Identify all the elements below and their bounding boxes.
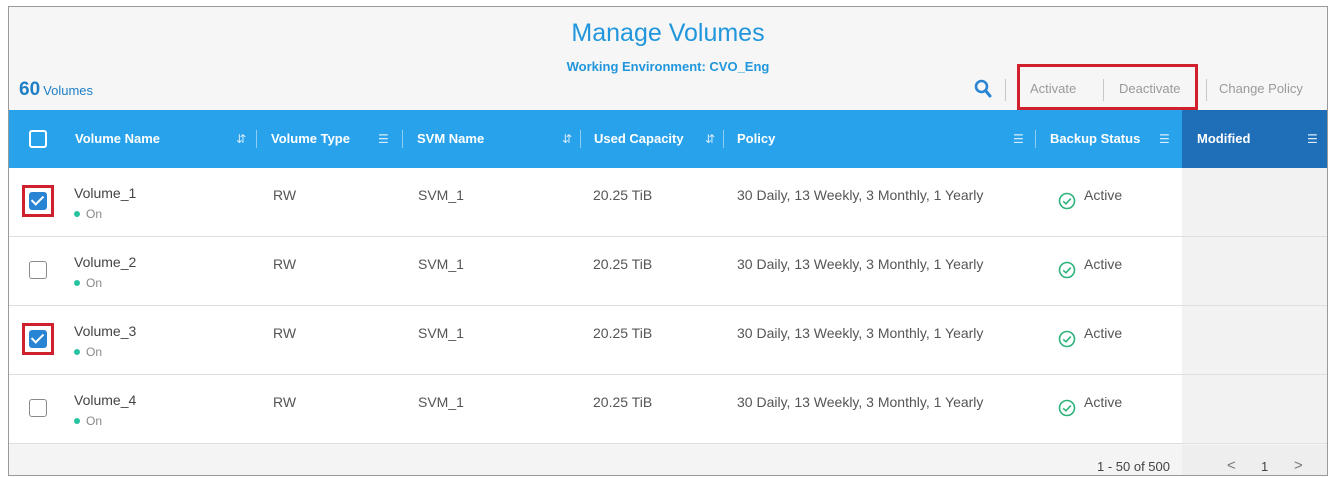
table-footer: 1 - 50 of 500 < 1 > (9, 445, 1327, 475)
checkbox-highlight-box (22, 323, 54, 355)
table-header: Volume Name ⇵ Volume Type ☰ SVM Name ⇵ U… (9, 110, 1327, 168)
filter-icon[interactable]: ☰ (378, 110, 389, 168)
status-dot (74, 348, 80, 355)
table-row[interactable]: Volume_3 On RW SVM_1 20.25 TiB 30 Daily,… (9, 306, 1327, 375)
backup-status: Active (1084, 256, 1123, 272)
volume-state-text: On (86, 345, 103, 359)
backup-status: Active (1084, 187, 1123, 203)
volume-type: RW (273, 187, 297, 203)
check-circle-icon (1058, 330, 1076, 348)
used-capacity: 20.25 TiB (593, 187, 653, 203)
row-checkbox[interactable] (29, 261, 47, 279)
volume-state-text: On (86, 207, 103, 221)
backup-status: Active (1084, 394, 1123, 410)
sort-icon[interactable]: ⇵ (562, 110, 572, 168)
column-divider (402, 130, 403, 148)
column-header-used-capacity[interactable]: Used Capacity (594, 110, 684, 168)
current-page-number[interactable]: 1 (1261, 459, 1268, 474)
change-policy-button[interactable]: Change Policy (1219, 81, 1303, 96)
column-header-policy[interactable]: Policy (737, 110, 775, 168)
svm-name: SVM_1 (418, 325, 464, 341)
backup-status: Active (1084, 325, 1123, 341)
check-circle-icon (1058, 261, 1076, 279)
actions-highlight-box (1017, 64, 1198, 110)
check-circle-icon (1058, 399, 1076, 417)
toolbar-divider (1206, 79, 1207, 101)
filter-icon[interactable]: ☰ (1013, 110, 1024, 168)
modified-cell (1182, 306, 1327, 374)
policy: 30 Daily, 13 Weekly, 3 Monthly, 1 Yearly (737, 325, 984, 341)
status-dot (74, 279, 80, 286)
volume-type: RW (273, 394, 297, 410)
svm-name: SVM_1 (418, 256, 464, 272)
row-checkbox[interactable] (29, 399, 47, 417)
modified-cell (1182, 168, 1327, 236)
volume-count: 60 Volumes (19, 79, 93, 101)
column-divider (256, 130, 257, 148)
table-row[interactable]: Volume_4 On RW SVM_1 20.25 TiB 30 Daily,… (9, 375, 1327, 444)
svm-name: SVM_1 (418, 394, 464, 410)
check-circle-icon (1058, 192, 1076, 210)
filter-icon[interactable]: ☰ (1159, 110, 1170, 168)
used-capacity: 20.25 TiB (593, 256, 653, 272)
column-header-svm-name[interactable]: SVM Name (417, 110, 484, 168)
column-divider (580, 130, 581, 148)
volume-count-number: 60 (19, 79, 41, 100)
checkbox-highlight-box (22, 185, 54, 217)
svm-name: SVM_1 (418, 187, 464, 203)
next-page-button[interactable]: > (1294, 457, 1303, 474)
column-header-volume-name[interactable]: Volume Name (75, 110, 160, 168)
status-dot (74, 210, 80, 217)
modified-cell (1182, 237, 1327, 305)
sort-icon[interactable]: ⇵ (236, 110, 246, 168)
volume-state: On (74, 345, 102, 359)
volume-name[interactable]: Volume_4 (74, 392, 136, 408)
previous-page-button[interactable]: < (1227, 457, 1236, 474)
table-row[interactable]: Volume_1 On RW SVM_1 20.25 TiB 30 Daily,… (9, 168, 1327, 237)
volume-type: RW (273, 256, 297, 272)
used-capacity: 20.25 TiB (593, 325, 653, 341)
volume-state-text: On (86, 414, 103, 428)
volume-state: On (74, 207, 102, 221)
column-divider (723, 130, 724, 148)
volume-name[interactable]: Volume_2 (74, 254, 136, 270)
pagination-range: 1 - 50 of 500 (1097, 459, 1170, 474)
manage-volumes-panel: Manage Volumes Working Environment: CVO_… (8, 6, 1328, 476)
used-capacity: 20.25 TiB (593, 394, 653, 410)
volume-state: On (74, 414, 102, 428)
footer-modified-cell (1182, 445, 1327, 475)
policy: 30 Daily, 13 Weekly, 3 Monthly, 1 Yearly (737, 187, 984, 203)
column-divider (1035, 130, 1036, 148)
page-title: Manage Volumes (571, 19, 765, 47)
table-row[interactable]: Volume_2 On RW SVM_1 20.25 TiB 30 Daily,… (9, 237, 1327, 306)
volume-count-unit: Volumes (43, 83, 94, 98)
column-header-backup-status[interactable]: Backup Status (1050, 110, 1140, 168)
toolbar-divider (1005, 79, 1006, 101)
policy: 30 Daily, 13 Weekly, 3 Monthly, 1 Yearly (737, 394, 984, 410)
status-dot (74, 417, 80, 424)
modified-cell (1182, 375, 1327, 443)
volume-state: On (74, 276, 102, 290)
volume-name[interactable]: Volume_1 (74, 185, 136, 201)
select-all-checkbox[interactable] (29, 130, 47, 148)
volume-type: RW (273, 325, 297, 341)
search-icon[interactable] (974, 79, 992, 99)
volume-name[interactable]: Volume_3 (74, 323, 136, 339)
filter-icon[interactable]: ☰ (1307, 110, 1318, 168)
policy: 30 Daily, 13 Weekly, 3 Monthly, 1 Yearly (737, 256, 984, 272)
column-header-volume-type[interactable]: Volume Type (271, 110, 350, 168)
volume-state-text: On (86, 276, 103, 290)
sort-icon[interactable]: ⇵ (705, 110, 715, 168)
